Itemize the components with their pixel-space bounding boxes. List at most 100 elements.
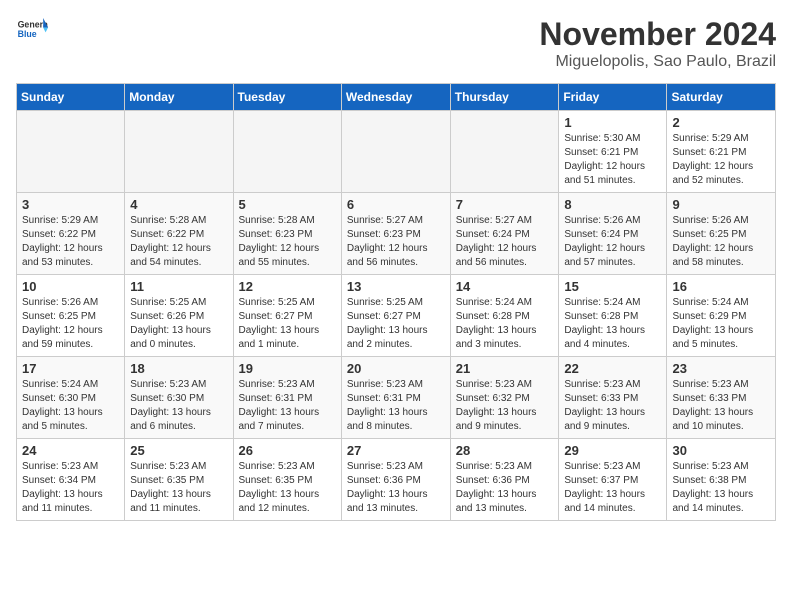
day-number: 6: [347, 197, 445, 212]
weekday-header-monday: Monday: [125, 84, 233, 111]
calendar-cell: 20 Sunrise: 5:23 AM Sunset: 6:31 PM Dayli…: [341, 357, 450, 439]
calendar-cell: [341, 111, 450, 193]
calendar-cell: 2 Sunrise: 5:29 AM Sunset: 6:21 PM Daylig…: [667, 111, 776, 193]
day-info: Sunrise: 5:23 AM Sunset: 6:33 PM Dayligh…: [564, 378, 661, 434]
calendar-cell: 16Sunrise: 5:24 AM Sunset: 6:29 PM Dayli…: [667, 275, 776, 357]
day-number: 16: [672, 279, 770, 294]
day-info: Sunrise: 5:25 AM Sunset: 6:27 PM Dayligh…: [239, 296, 336, 352]
day-info: Sunrise: 5:23 AM Sunset: 6:35 PM Dayligh…: [130, 460, 227, 516]
calendar-cell: 6Sunrise: 5:27 AM Sunset: 6:23 PM Daylig…: [341, 193, 450, 275]
day-number: 13: [347, 279, 445, 294]
calendar-cell: 24Sunrise: 5:23 AM Sunset: 6:34 PM Dayli…: [17, 439, 125, 521]
day-number: 23: [672, 361, 770, 376]
calendar-cell: 26Sunrise: 5:23 AM Sunset: 6:35 PM Dayli…: [233, 439, 341, 521]
day-info: Sunrise: 5:23 AM Sunset: 6:36 PM Dayligh…: [347, 460, 445, 516]
title-area: November 2024 Miguelopolis, Sao Paulo, B…: [539, 16, 776, 71]
day-info: Sunrise: 5:23 AM Sunset: 6:36 PM Dayligh…: [456, 460, 554, 516]
day-number: 20: [347, 361, 445, 376]
day-number: 2: [672, 115, 770, 130]
day-number: 12: [239, 279, 336, 294]
calendar-cell: 22 Sunrise: 5:23 AM Sunset: 6:33 PM Dayli…: [559, 357, 667, 439]
day-number: 27: [347, 443, 445, 458]
calendar-cell: 11 Sunrise: 5:25 AM Sunset: 6:26 PM Dayli…: [125, 275, 233, 357]
day-info: Sunrise: 5:23 AM Sunset: 6:38 PM Dayligh…: [672, 460, 770, 516]
day-info: Sunrise: 5:25 AM Sunset: 6:26 PM Dayligh…: [130, 296, 227, 352]
calendar-cell: 7Sunrise: 5:27 AM Sunset: 6:24 PM Daylig…: [450, 193, 559, 275]
day-number: 14: [456, 279, 554, 294]
day-info: Sunrise: 5:26 AM Sunset: 6:24 PM Dayligh…: [564, 214, 661, 270]
calendar-cell: 15 Sunrise: 5:24 AM Sunset: 6:28 PM Dayli…: [559, 275, 667, 357]
day-info: Sunrise: 5:24 AM Sunset: 6:28 PM Dayligh…: [564, 296, 661, 352]
day-info: Sunrise: 5:23 AM Sunset: 6:31 PM Dayligh…: [239, 378, 336, 434]
day-number: 8: [564, 197, 661, 212]
weekday-header-friday: Friday: [559, 84, 667, 111]
day-number: 9: [672, 197, 770, 212]
month-title: November 2024: [539, 16, 776, 53]
day-number: 5: [239, 197, 336, 212]
calendar-cell: 4 Sunrise: 5:28 AM Sunset: 6:22 PM Daylig…: [125, 193, 233, 275]
day-number: 17: [22, 361, 119, 376]
week-row-2: 3Sunrise: 5:29 AM Sunset: 6:22 PM Daylig…: [17, 193, 776, 275]
calendar-cell: 12 Sunrise: 5:25 AM Sunset: 6:27 PM Dayli…: [233, 275, 341, 357]
day-info: Sunrise: 5:24 AM Sunset: 6:28 PM Dayligh…: [456, 296, 554, 352]
calendar-cell: 8 Sunrise: 5:26 AM Sunset: 6:24 PM Daylig…: [559, 193, 667, 275]
calendar-cell: 9 Sunrise: 5:26 AM Sunset: 6:25 PM Daylig…: [667, 193, 776, 275]
day-number: 29: [564, 443, 661, 458]
week-row-1: 1 Sunrise: 5:30 AM Sunset: 6:21 PM Daylig…: [17, 111, 776, 193]
day-info: Sunrise: 5:26 AM Sunset: 6:25 PM Dayligh…: [672, 214, 770, 270]
day-info: Sunrise: 5:29 AM Sunset: 6:21 PM Dayligh…: [672, 132, 770, 188]
day-info: Sunrise: 5:28 AM Sunset: 6:23 PM Dayligh…: [239, 214, 336, 270]
day-info: Sunrise: 5:28 AM Sunset: 6:22 PM Dayligh…: [130, 214, 227, 270]
day-info: Sunrise: 5:30 AM Sunset: 6:21 PM Dayligh…: [564, 132, 661, 188]
day-info: Sunrise: 5:23 AM Sunset: 6:31 PM Dayligh…: [347, 378, 445, 434]
calendar-cell: [17, 111, 125, 193]
logo: General Blue: [16, 16, 48, 44]
week-row-3: 10 Sunrise: 5:26 AM Sunset: 6:25 PM Dayli…: [17, 275, 776, 357]
day-number: 1: [564, 115, 661, 130]
weekday-header-thursday: Thursday: [450, 84, 559, 111]
week-row-5: 24Sunrise: 5:23 AM Sunset: 6:34 PM Dayli…: [17, 439, 776, 521]
calendar-cell: [125, 111, 233, 193]
day-number: 21: [456, 361, 554, 376]
day-number: 19: [239, 361, 336, 376]
day-number: 24: [22, 443, 119, 458]
calendar-cell: 5 Sunrise: 5:28 AM Sunset: 6:23 PM Daylig…: [233, 193, 341, 275]
day-number: 4: [130, 197, 227, 212]
calendar-cell: [450, 111, 559, 193]
day-info: Sunrise: 5:23 AM Sunset: 6:33 PM Dayligh…: [672, 378, 770, 434]
day-number: 11: [130, 279, 227, 294]
weekday-header-tuesday: Tuesday: [233, 84, 341, 111]
day-number: 18: [130, 361, 227, 376]
calendar-cell: 25 Sunrise: 5:23 AM Sunset: 6:35 PM Dayli…: [125, 439, 233, 521]
day-number: 22: [564, 361, 661, 376]
day-info: Sunrise: 5:23 AM Sunset: 6:30 PM Dayligh…: [130, 378, 227, 434]
weekday-header-wednesday: Wednesday: [341, 84, 450, 111]
day-info: Sunrise: 5:26 AM Sunset: 6:25 PM Dayligh…: [22, 296, 119, 352]
day-number: 25: [130, 443, 227, 458]
svg-text:Blue: Blue: [18, 29, 37, 39]
day-info: Sunrise: 5:27 AM Sunset: 6:24 PM Dayligh…: [456, 214, 554, 270]
day-info: Sunrise: 5:25 AM Sunset: 6:27 PM Dayligh…: [347, 296, 445, 352]
calendar-cell: 10 Sunrise: 5:26 AM Sunset: 6:25 PM Dayli…: [17, 275, 125, 357]
calendar-cell: 21 Sunrise: 5:23 AM Sunset: 6:32 PM Dayli…: [450, 357, 559, 439]
calendar-cell: 27 Sunrise: 5:23 AM Sunset: 6:36 PM Dayli…: [341, 439, 450, 521]
weekday-header-saturday: Saturday: [667, 84, 776, 111]
calendar-cell: 23 Sunrise: 5:23 AM Sunset: 6:33 PM Dayli…: [667, 357, 776, 439]
day-number: 30: [672, 443, 770, 458]
calendar-cell: 19 Sunrise: 5:23 AM Sunset: 6:31 PM Dayli…: [233, 357, 341, 439]
calendar-cell: [233, 111, 341, 193]
day-info: Sunrise: 5:29 AM Sunset: 6:22 PM Dayligh…: [22, 214, 119, 270]
day-number: 10: [22, 279, 119, 294]
day-info: Sunrise: 5:23 AM Sunset: 6:37 PM Dayligh…: [564, 460, 661, 516]
weekday-header-row: SundayMondayTuesdayWednesdayThursdayFrid…: [17, 84, 776, 111]
calendar-cell: 3Sunrise: 5:29 AM Sunset: 6:22 PM Daylig…: [17, 193, 125, 275]
calendar-cell: 28 Sunrise: 5:23 AM Sunset: 6:36 PM Dayli…: [450, 439, 559, 521]
weekday-header-sunday: Sunday: [17, 84, 125, 111]
day-info: Sunrise: 5:23 AM Sunset: 6:35 PM Dayligh…: [239, 460, 336, 516]
header: General Blue November 2024 Miguelopolis,…: [16, 16, 776, 71]
calendar-cell: 29 Sunrise: 5:23 AM Sunset: 6:37 PM Dayli…: [559, 439, 667, 521]
day-info: Sunrise: 5:23 AM Sunset: 6:32 PM Dayligh…: [456, 378, 554, 434]
day-number: 28: [456, 443, 554, 458]
day-number: 15: [564, 279, 661, 294]
week-row-4: 17Sunrise: 5:24 AM Sunset: 6:30 PM Dayli…: [17, 357, 776, 439]
